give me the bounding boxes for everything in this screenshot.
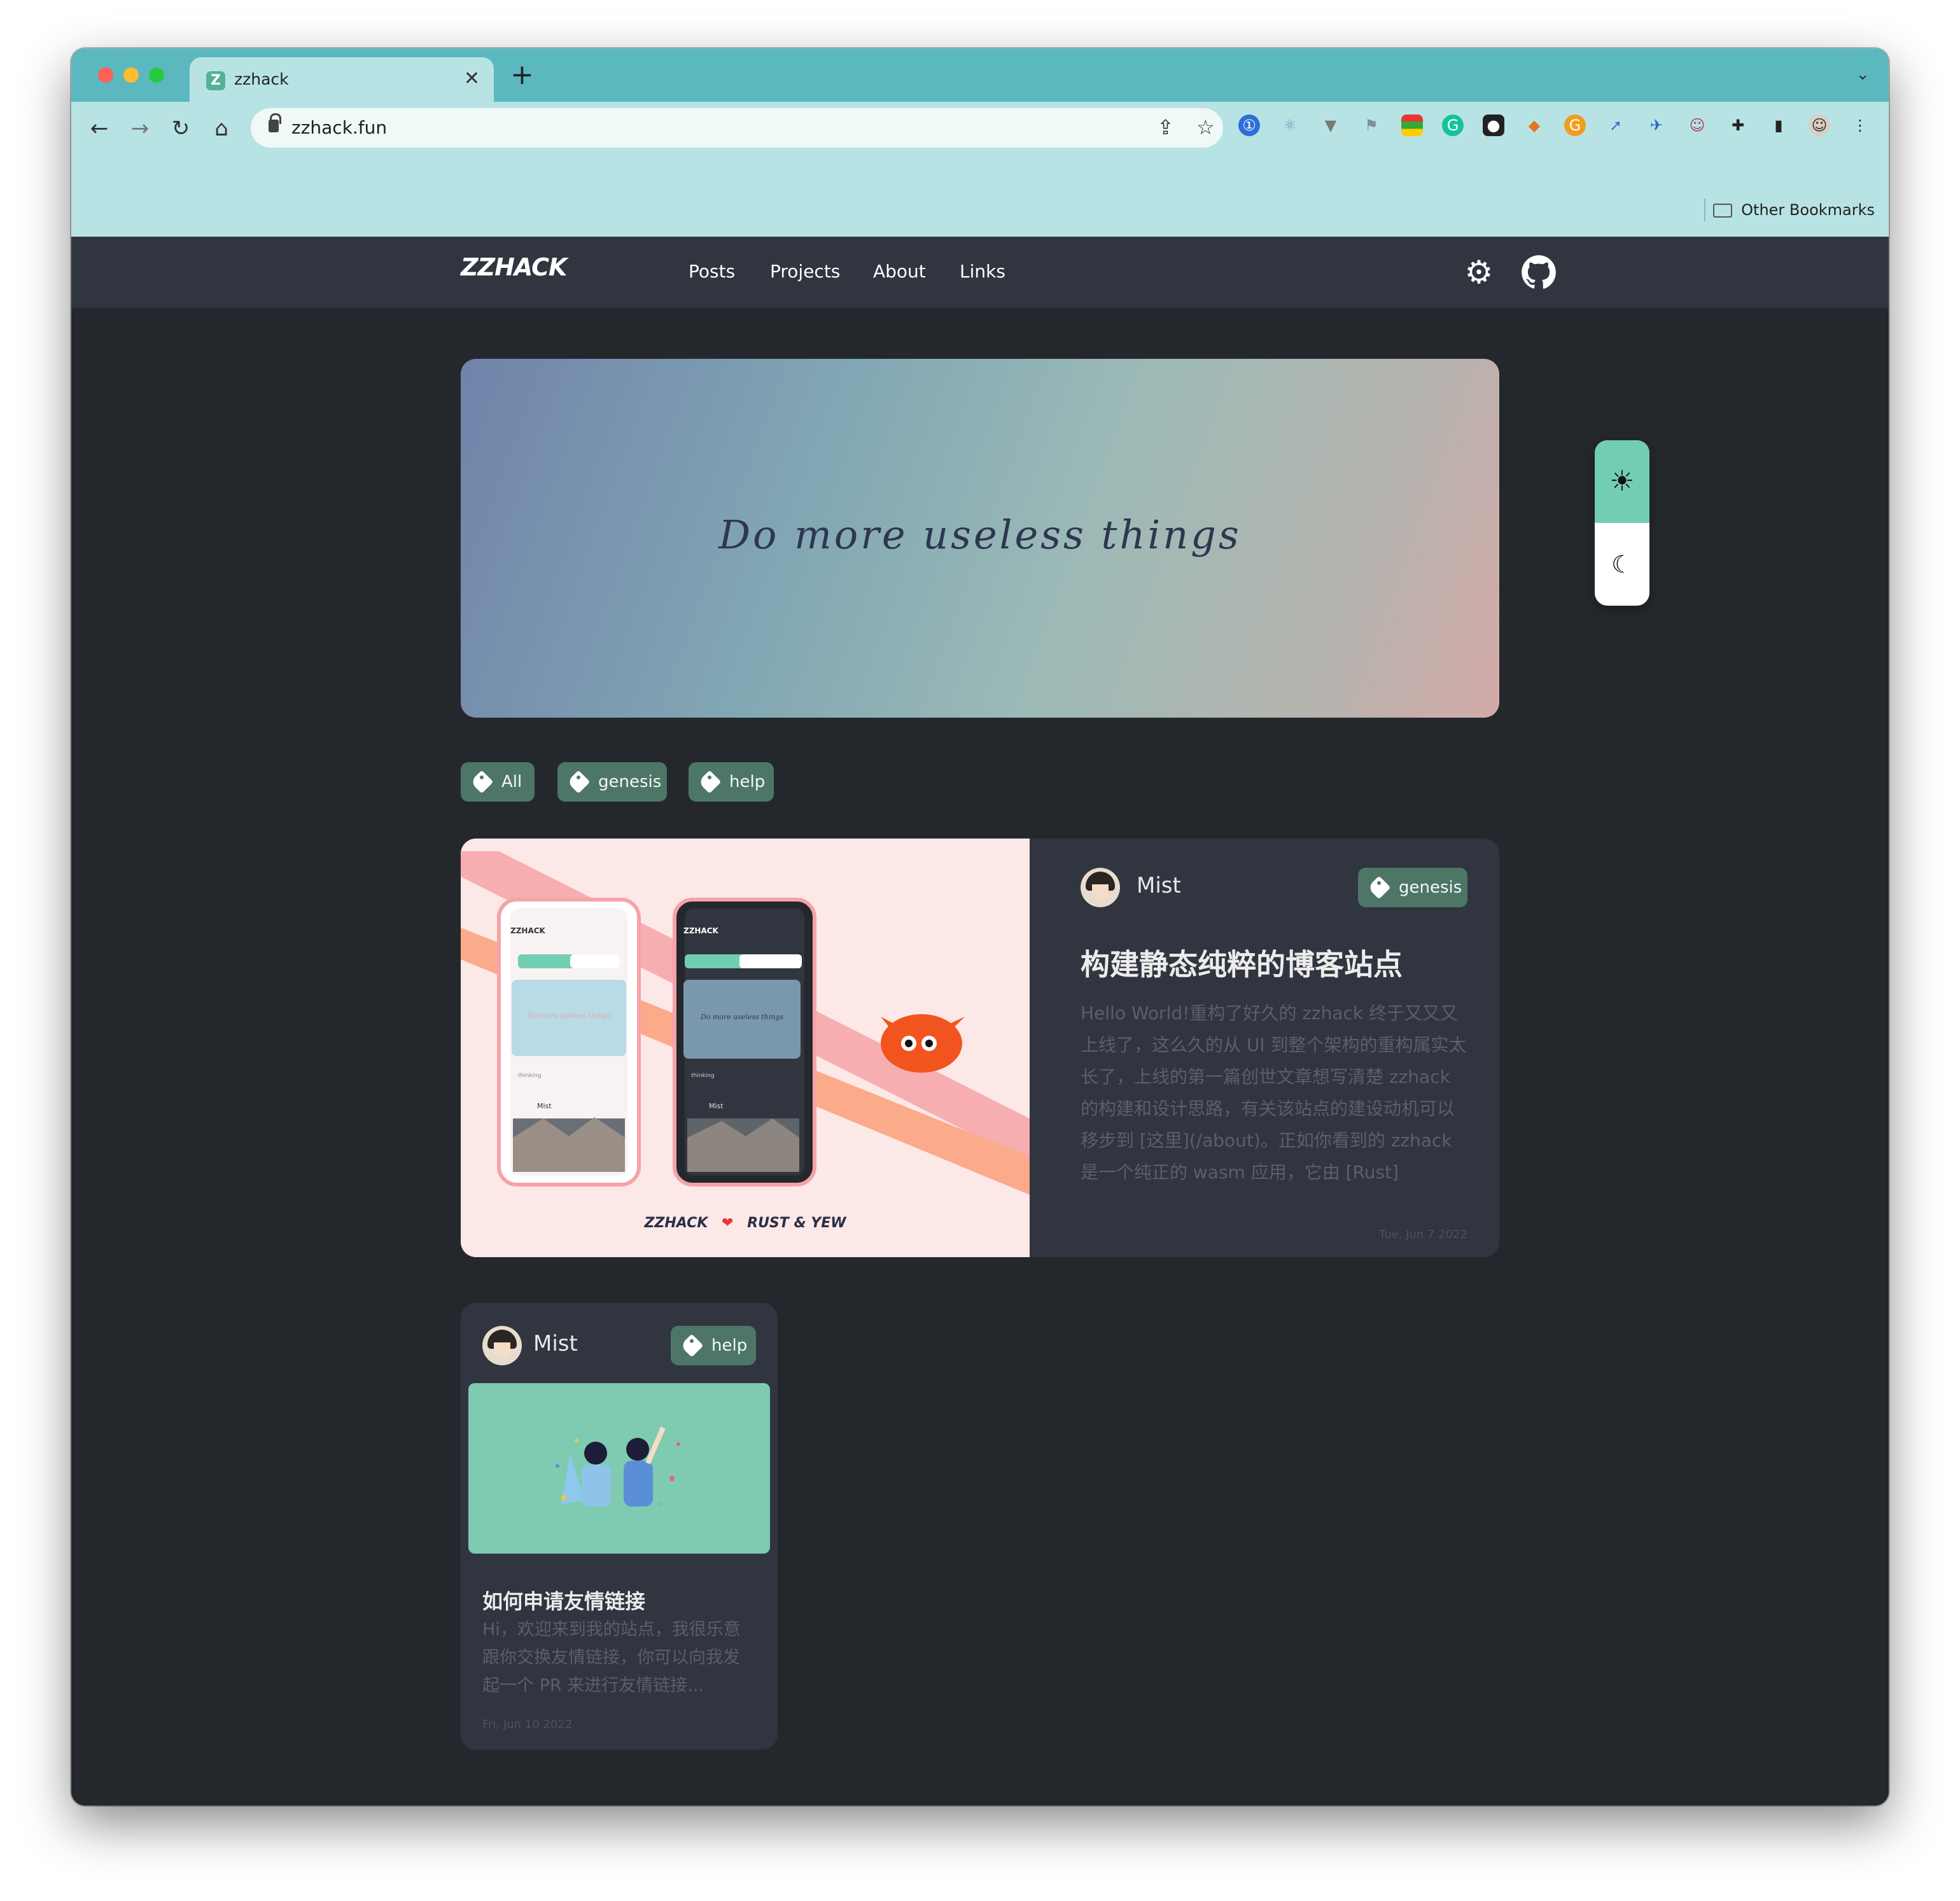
nav-posts[interactable]: Posts [689,261,735,282]
tag-label: genesis [598,772,662,791]
cover-mock-tag-light: thinking [518,1073,542,1079]
post-excerpt: Hello World!重构了好久的 zzhack 终于又又又上线了，这么久的从… [1081,1003,1467,1183]
extension-colorful-icon[interactable] [1401,115,1423,136]
share-icon[interactable]: ⇪ [1157,116,1174,139]
maximize-window-button[interactable] [149,67,164,83]
extensions-puzzle-icon[interactable]: ✚ [1727,115,1749,136]
site-page: ZZHACK Posts Projects About Links ⚙ Do m… [71,237,1889,1806]
tag-label: All [501,772,522,791]
favicon-icon: Z [206,71,225,90]
extension-1password-icon[interactable]: ① [1238,115,1260,136]
hero-slogan: Do more useless things [718,512,1242,558]
tag-label: help [711,1336,748,1355]
address-bar[interactable]: zzhack.fun ⇪ ☆ [251,108,1223,148]
sun-icon[interactable]: ☀ [1595,440,1649,523]
browser-tab[interactable]: Z zzhack ✕ [190,57,494,102]
minimize-window-button[interactable] [123,67,139,83]
nav-about[interactable]: About [873,261,926,282]
tag-icon [680,1333,704,1358]
home-button[interactable]: ⌂ [209,116,234,141]
post-excerpt: Hi，欢迎来到我的站点，我很乐意跟你交换友情链接，你可以向我发起一个 PR 来进… [482,1620,741,1696]
extension-g-icon[interactable]: G [1564,115,1586,136]
post-cover-image [468,1383,770,1554]
author-name: Mist [1137,873,1181,898]
cover-mock-author-light: Mist [537,1102,552,1110]
extension-face-icon[interactable]: ☺ [1686,115,1708,136]
github-icon[interactable] [1521,254,1557,290]
cover-mock-hero-dark: Do more useless things [700,1013,784,1021]
forward-button[interactable]: → [127,116,153,141]
cover-caption: ZZHACK ❤ RUST & YEW [461,1215,1030,1231]
post-card-featured[interactable]: ZZHACK ZZHACK Do more useless things Do … [461,839,1499,1257]
browser-menu-icon[interactable]: ⋮ [1849,115,1871,136]
extension-vue-icon[interactable]: ▼ [1320,115,1341,136]
bookmark-star-icon[interactable]: ☆ [1196,116,1215,139]
heart-icon: ❤ [722,1215,734,1231]
celebration-illustration [556,1426,680,1507]
cover-caption-left: ZZHACK [644,1215,708,1231]
tag-filter-all[interactable]: All [461,762,535,802]
post-cover-image: ZZHACK ZZHACK Do more useless things Do … [461,839,1030,1257]
moon-icon[interactable]: ☾ [1595,523,1649,606]
tag-filter-genesis[interactable]: genesis [557,762,667,802]
author-avatar [482,1326,522,1365]
cover-caption-right: RUST & YEW [747,1215,846,1231]
post-tag[interactable]: genesis [1358,868,1467,907]
close-tab-icon[interactable]: ✕ [464,67,480,90]
tag-icon [470,770,494,794]
post-tag[interactable]: help [671,1326,756,1365]
cover-mock-logo-light: ZZHACK [510,926,545,935]
settings-gear-icon[interactable]: ⚙ [1461,254,1497,290]
tab-search-icon[interactable]: ⌄ [1856,65,1870,84]
extension-metamask-icon[interactable]: ◆ [1523,115,1545,136]
other-bookmarks-label: Other Bookmarks [1741,201,1875,219]
nav-projects[interactable]: Projects [770,261,840,282]
tag-icon [1367,875,1391,900]
post-card[interactable]: Mist help 如何申请友情链接 Hi，欢迎来到我的站点，我很乐意跟你交换友… [461,1303,778,1750]
cover-mock-author-dark: Mist [709,1102,724,1110]
profile-avatar[interactable]: ☺ [1809,115,1830,136]
tag-filter-help[interactable]: help [689,762,774,802]
extension-cursor-icon[interactable]: ➚ [1605,115,1627,136]
browser-toolbar: ← → ↻ ⌂ zzhack.fun ⇪ ☆ ① ⚛ ▼ ⚑ G ● ◆ G ➚… [71,102,1889,237]
new-tab-button[interactable]: + [510,61,534,89]
cover-mock-hero-light: Do more useless things [527,1012,611,1020]
url-text[interactable]: zzhack.fun [291,117,387,138]
back-button[interactable]: ← [87,116,112,141]
author-avatar [1081,868,1120,907]
tab-title: zzhack [234,70,289,88]
tag-icon [566,770,591,794]
post-title[interactable]: 构建静态纯粹的博客站点 [1081,942,1403,984]
extension-github-icon[interactable]: ● [1483,115,1504,136]
folder-icon [1713,204,1733,218]
reload-button[interactable]: ↻ [168,116,193,141]
author-name: Mist [533,1331,578,1356]
tab-strip: Z zzhack ✕ + ⌄ [71,48,1889,102]
post-date: Tue, Jun 7 2022 [1378,1228,1467,1241]
side-panel-icon[interactable]: ▮ [1768,115,1789,136]
tag-label: help [729,772,766,791]
extension-react-icon[interactable]: ⚛ [1279,115,1301,136]
lock-icon[interactable] [269,113,281,132]
extension-grammarly-icon[interactable]: G [1442,115,1464,136]
post-date: Fri, Jun 10 2022 [482,1718,573,1731]
nav-links[interactable]: Links [960,261,1005,282]
bookmarks-divider [1704,198,1705,221]
close-window-button[interactable] [98,67,113,83]
theme-toggle[interactable]: ☀ ☾ [1595,440,1649,606]
other-bookmarks[interactable]: Other Bookmarks [1713,201,1875,219]
cover-mock-logo-dark: ZZHACK [683,926,718,935]
cover-mock-tag-dark: thinking [691,1073,715,1079]
post-title[interactable]: 如何申请友情链接 [482,1585,645,1615]
cover-illustration [461,851,1030,1195]
hero-banner: Do more useless things [461,359,1499,718]
site-logo[interactable]: ZZHACK [461,253,567,281]
browser-window: Z zzhack ✕ + ⌄ ← → ↻ ⌂ zzhack.fun ⇪ ☆ ① … [71,48,1889,1806]
site-header: ZZHACK Posts Projects About Links ⚙ [71,237,1889,308]
tag-icon [697,770,722,794]
extension-bookmark-icon[interactable]: ⚑ [1361,115,1382,136]
extension-plane-icon[interactable]: ✈ [1646,115,1667,136]
tag-label: genesis [1399,878,1462,897]
